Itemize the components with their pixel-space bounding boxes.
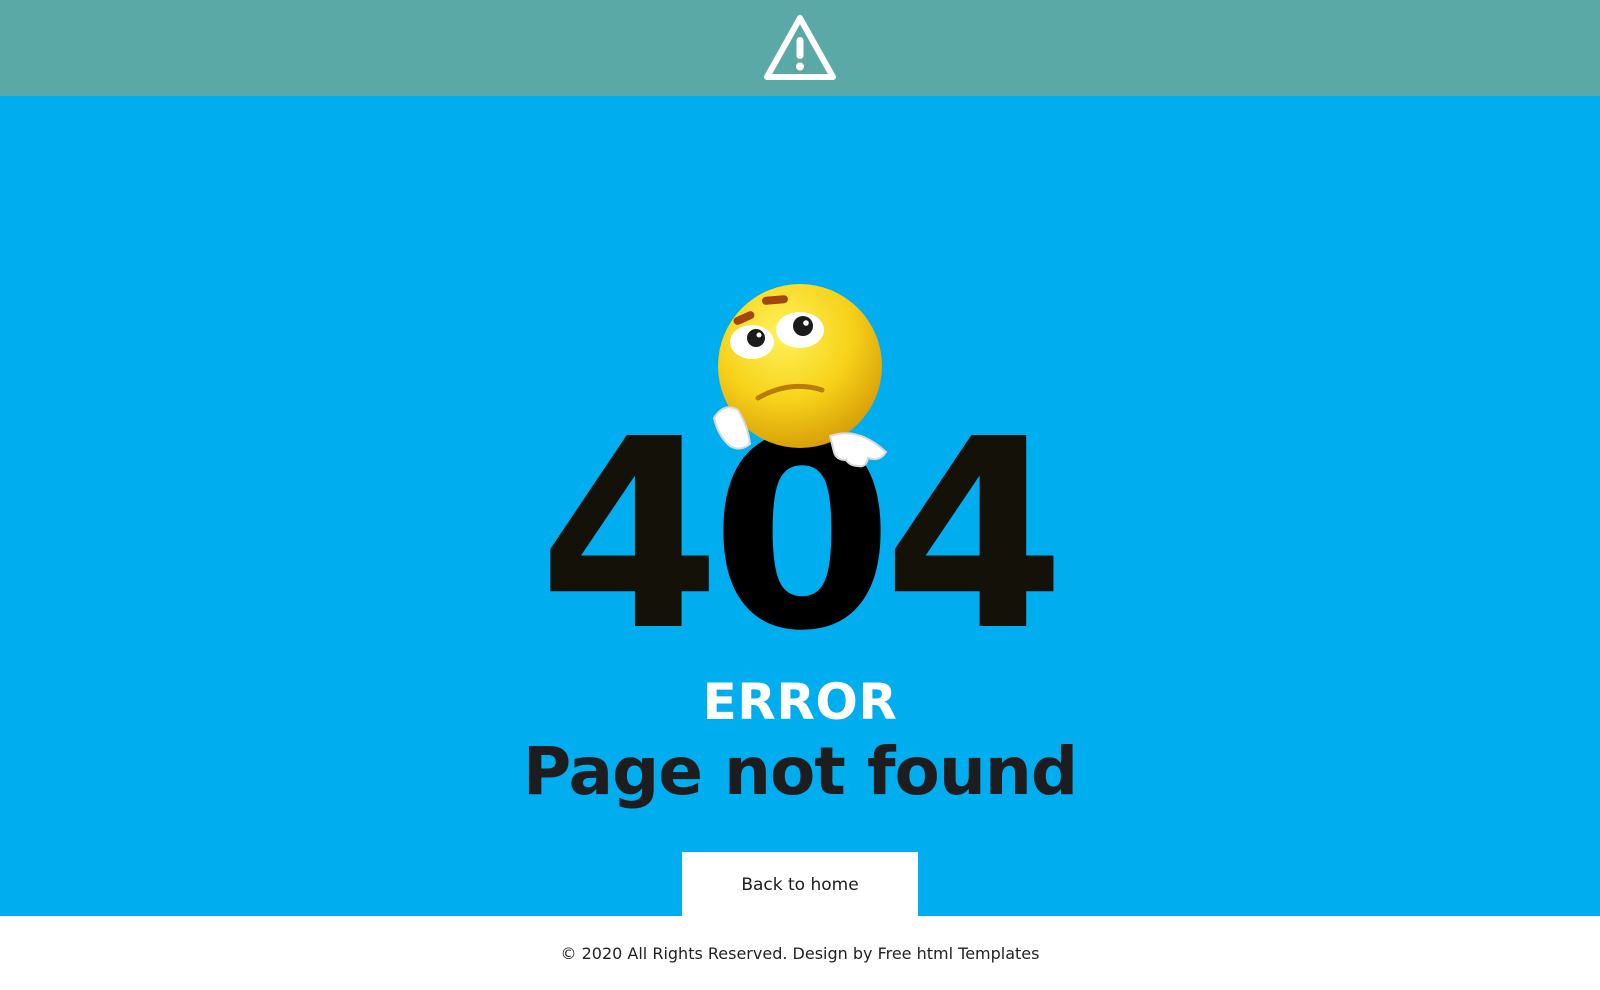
top-header [0, 0, 1600, 96]
error-404-illustration: 4 0 4 [539, 276, 1065, 667]
page-not-found-heading: Page not found [522, 733, 1078, 810]
error-section: 4 0 4 ERROR Page not found Back to home [0, 96, 1600, 918]
footer: © 2020 All Rights Reserved. Design by Fr… [0, 916, 1600, 990]
thinking-face-emoji [712, 284, 888, 468]
warning-triangle-icon [764, 15, 836, 80]
back-to-home-button[interactable]: Back to home [682, 852, 918, 918]
copyright-text: © 2020 All Rights Reserved. Design by Fr… [560, 943, 1040, 963]
error-label: ERROR [702, 673, 898, 731]
